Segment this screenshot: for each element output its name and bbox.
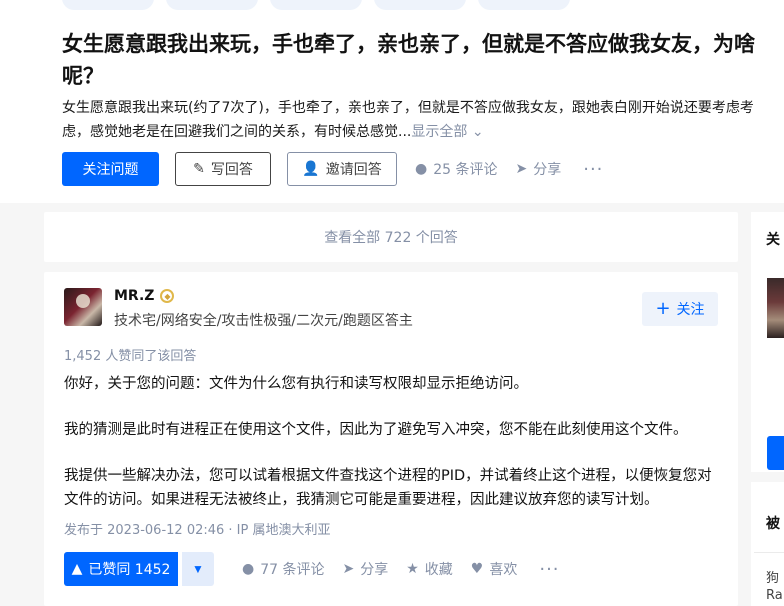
show-all-link[interactable]: 显示全部 ⌄ <box>411 124 483 140</box>
question-title[interactable]: 女生愿意跟我出来玩，手也牵了，亲也亲了，但就是不答应做我女友，为啥呢？ <box>62 28 762 92</box>
upvote-button[interactable]: ▲ 已赞同 1452 <box>64 552 178 586</box>
follow-author-label: 关注 <box>676 302 705 318</box>
sidebar-title-top: 关 <box>766 232 780 248</box>
sidebar-card-author <box>751 212 784 472</box>
follow-author-button[interactable]: + 关注 <box>642 292 718 326</box>
question-more-button[interactable]: ··· <box>583 159 603 180</box>
like-button[interactable]: ♥ 喜欢 <box>471 559 518 579</box>
view-all-answers-bar[interactable]: 查看全部 722 个回答 <box>44 212 738 262</box>
question-excerpt-text: 女生愿意跟我出来玩(约了7次了)，手也牵了，亲也亲了，但就是不答应做我女友，跟她… <box>62 100 754 140</box>
question-actions: 关注问题 ✎ 写回答 👤 邀请回答 ● 25 条评论 ➤ 分享 ··· <box>62 152 603 186</box>
question-share-label: 分享 <box>533 162 562 178</box>
publish-info[interactable]: 发布于 2023-06-12 02:46 · IP 属地澳大利亚 <box>64 519 330 538</box>
answer-paragraph: 你好，关于您的问题：文件为什么您有执行和读写权限却显示拒绝访问。 <box>64 376 528 392</box>
collect-label: 收藏 <box>424 562 453 578</box>
write-answer-label: 写回答 <box>210 162 253 178</box>
answer-card: MR.Z ◆ 技术宅/网络安全/攻击性极强/二次元/跑题区答主 + 关注 1,4… <box>44 272 738 606</box>
answer-comments-label: 77 条评论 <box>260 562 325 578</box>
avatar[interactable] <box>64 288 102 326</box>
show-all-label: 显示全部 <box>411 124 468 140</box>
sidebar-item[interactable]: Ra <box>766 588 783 603</box>
sidebar-action-button[interactable] <box>767 436 784 470</box>
star-icon: ★ <box>406 561 419 577</box>
sidebar-title-bottom: 被 <box>766 516 780 532</box>
paper-plane-icon: ➤ <box>342 561 355 577</box>
sidebar-item[interactable]: 狗 <box>766 567 779 586</box>
author-name-text: MR.Z <box>114 288 155 304</box>
write-answer-button[interactable]: ✎ 写回答 <box>175 152 271 186</box>
topic-tag[interactable] <box>62 0 154 10</box>
heart-icon: ♥ <box>470 561 484 577</box>
answer-content: 你好，关于您的问题：文件为什么您有执行和读写权限却显示拒绝访问。 我的猜测是此时… <box>64 372 724 512</box>
like-label: 喜欢 <box>489 562 518 578</box>
answer-share-label: 分享 <box>360 562 389 578</box>
answer-paragraph: 我的猜测是此时有进程正在使用这个文件，因此为了避免写入冲突，您不能在此刻使用这个… <box>64 422 688 438</box>
sidebar-thumbnail[interactable] <box>767 278 784 338</box>
topic-tag[interactable] <box>478 0 570 10</box>
answer-comments-button[interactable]: ● 77 条评论 <box>242 559 324 579</box>
topic-tags <box>62 0 582 10</box>
topic-tag[interactable] <box>374 0 466 10</box>
pencil-icon: ✎ <box>193 161 205 177</box>
follow-question-button[interactable]: 关注问题 <box>62 152 159 186</box>
topic-tag[interactable] <box>270 0 362 10</box>
person-plus-icon: 👤 <box>302 161 320 177</box>
plus-icon: + <box>655 298 671 319</box>
paper-plane-icon: ➤ <box>515 161 528 177</box>
upvote-count-text: 1,452 人赞同了该回答 <box>64 349 197 364</box>
question-comments-button[interactable]: ● 25 条评论 <box>415 159 497 179</box>
topic-tag[interactable] <box>166 0 258 10</box>
answer-more-button[interactable]: ··· <box>539 559 559 580</box>
invite-answer-button[interactable]: 👤 邀请回答 <box>287 152 397 186</box>
author-name[interactable]: MR.Z ◆ <box>114 288 175 304</box>
triangle-up-icon: ▲ <box>71 561 83 577</box>
question-comments-label: 25 条评论 <box>433 162 498 178</box>
answer-share-button[interactable]: ➤ 分享 <box>342 559 388 579</box>
downvote-button[interactable]: ▼ <box>182 552 214 586</box>
answer-actions: ▲ 已赞同 1452 ▼ ● 77 条评论 ➤ 分享 ★ 收藏 ♥ 喜欢 ··· <box>64 552 560 586</box>
invite-answer-label: 邀请回答 <box>325 162 382 178</box>
collect-button[interactable]: ★ 收藏 <box>406 559 453 579</box>
answer-paragraph: 我提供一些解决办法，您可以试着根据文件查找这个进程的PID，并试着终止这个进程，… <box>64 468 712 508</box>
question-header: 女生愿意跟我出来玩，手也牵了，亲也亲了，但就是不答应做我女友，为啥呢？ 女生愿意… <box>0 0 784 203</box>
badge-icon: ◆ <box>160 289 175 303</box>
upvote-label: 已赞同 1452 <box>88 562 171 578</box>
triangle-down-icon: ▼ <box>192 562 204 576</box>
comment-bubble-icon: ● <box>415 161 428 177</box>
author-bio: 技术宅/网络安全/攻击性极强/二次元/跑题区答主 <box>114 313 413 329</box>
sidebar-divider <box>754 552 784 553</box>
question-excerpt[interactable]: 女生愿意跟我出来玩(约了7次了)，手也牵了，亲也亲了，但就是不答应做我女友，跟她… <box>62 96 762 144</box>
chevron-down-icon: ⌄ <box>471 124 484 140</box>
question-share-button[interactable]: ➤ 分享 <box>515 159 561 179</box>
comment-bubble-icon: ● <box>242 561 255 577</box>
